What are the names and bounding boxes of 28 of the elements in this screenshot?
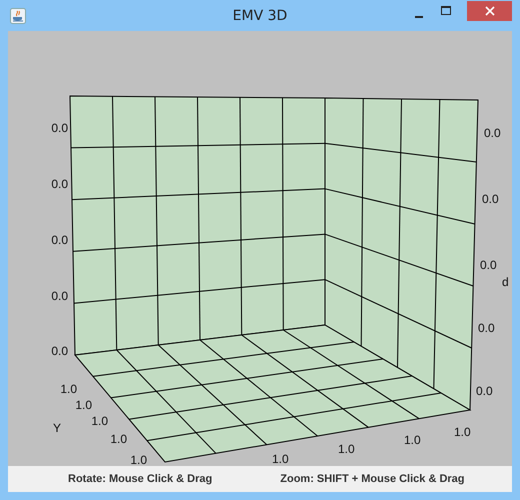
close-button[interactable]: [467, 1, 512, 21]
axis-label: 1.0: [60, 382, 77, 396]
close-icon: [484, 6, 494, 16]
axis-label: 1.0: [404, 433, 421, 447]
axis-label: 1.0: [130, 453, 147, 466]
axis-label: 0.0: [51, 121, 68, 135]
axis-label: 1.0: [338, 442, 355, 456]
axis-label: 0.0: [51, 177, 68, 191]
axis-title: Y: [53, 421, 62, 435]
axis-label: 0.0: [476, 384, 493, 398]
maximize-icon: [440, 6, 450, 16]
axis-label: 0.0: [51, 289, 68, 303]
axis-label: 0.0: [484, 126, 501, 140]
axis-label: 0.0: [51, 344, 68, 358]
axis-label: 1.0: [272, 452, 289, 466]
axis-label: 1.0: [110, 432, 127, 446]
window-title: EMV 3D: [232, 7, 288, 26]
status-text: Rotate: Mouse Click & Drag: [68, 473, 212, 485]
axis-label: 0.0: [480, 258, 497, 272]
status-text: Zoom: SHIFT + Mouse Click & Drag: [280, 473, 465, 485]
axis-label: 0.0: [51, 233, 68, 247]
java-cup-icon[interactable]: [10, 8, 26, 24]
axis-label: 0.0: [478, 321, 495, 335]
axis-title: d: [502, 275, 509, 289]
axis-label: 0.0: [482, 192, 499, 206]
axis-label: 1.0: [75, 398, 92, 412]
axis-label: 1.0: [454, 425, 471, 439]
axis-label: 1.0: [91, 414, 108, 428]
